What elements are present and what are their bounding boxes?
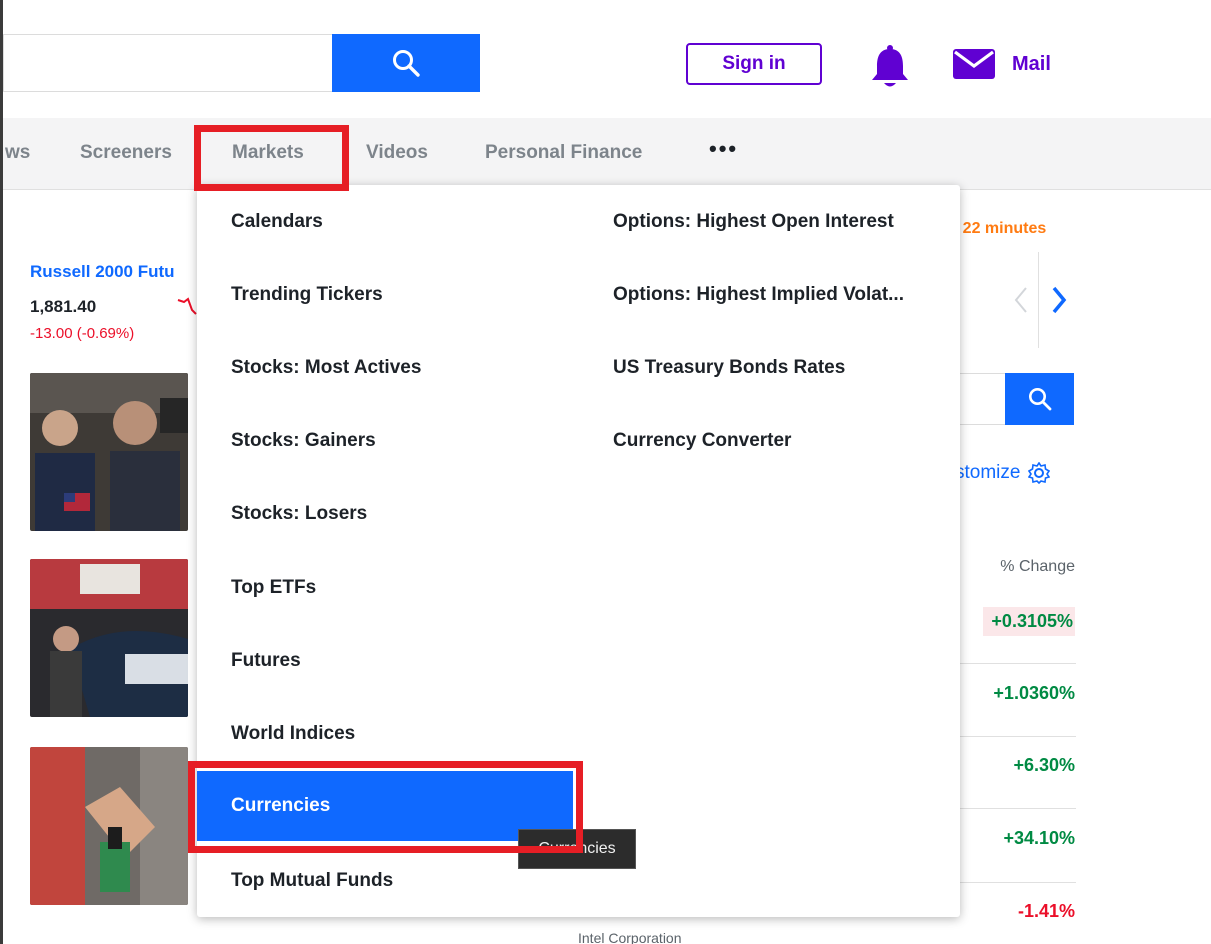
chevron-left-icon — [1014, 287, 1027, 313]
percent-change-value: +1.0360% — [993, 683, 1075, 703]
menu-item-options-highest-implied-volatility[interactable]: Options: Highest Implied Volat... — [579, 272, 959, 318]
menu-item-trending-tickers[interactable]: Trending Tickers — [197, 272, 577, 318]
row-divider — [944, 736, 1076, 737]
menu-item-top-etfs[interactable]: Top ETFs — [197, 565, 577, 611]
row-divider — [944, 882, 1076, 883]
news-thumbnail[interactable] — [30, 559, 188, 717]
main-nav: ws Screeners Markets Videos Personal Fin… — [3, 118, 1211, 190]
menu-item-futures[interactable]: Futures — [197, 638, 577, 684]
menu-item-stocks-most-actives[interactable]: Stocks: Most Actives — [197, 345, 577, 391]
markets-dropdown-menu: Calendars Trending Tickers Stocks: Most … — [197, 185, 960, 917]
search-icon — [1028, 388, 1051, 411]
bell-icon — [872, 45, 908, 87]
customize-link[interactable]: stomize — [955, 462, 1051, 484]
row-divider — [944, 808, 1076, 809]
menu-item-currencies[interactable]: Currencies — [197, 771, 573, 841]
gear-icon — [1028, 462, 1051, 484]
nav-item-screeners[interactable]: Screeners — [80, 142, 172, 164]
ticker-price: 1,881.40 — [30, 297, 97, 316]
currencies-tooltip: Currencies — [518, 829, 636, 869]
ticker-name[interactable]: Russell 2000 Futu — [30, 262, 175, 282]
news-thumbnail[interactable] — [30, 747, 188, 905]
percent-change-value: +6.30% — [1013, 755, 1075, 775]
carousel-next-button[interactable] — [1046, 282, 1072, 318]
chevron-right-icon — [1052, 286, 1067, 314]
mail-icon — [953, 49, 995, 79]
search-icon — [393, 50, 420, 77]
menu-item-us-treasury-bonds-rates[interactable]: US Treasury Bonds Rates — [579, 345, 959, 391]
ticker-change: -13.00 (-0.69%) — [30, 325, 135, 342]
menu-item-world-indices[interactable]: World Indices — [197, 711, 577, 757]
nav-item-personal-finance[interactable]: Personal Finance — [485, 142, 642, 164]
search-button[interactable] — [332, 34, 480, 92]
mail-label: Mail — [1012, 52, 1051, 75]
mail-link[interactable]: Mail — [952, 48, 1051, 80]
menu-item-options-highest-open-interest[interactable]: Options: Highest Open Interest — [579, 199, 959, 245]
percent-change-value: +34.10% — [1003, 828, 1075, 848]
menu-item-calendars[interactable]: Calendars — [197, 199, 577, 245]
sign-in-button[interactable]: Sign in — [686, 43, 822, 85]
nav-item-news[interactable]: ws — [5, 142, 30, 164]
nav-more-button[interactable]: ••• — [709, 136, 738, 162]
ticker-sparkline — [177, 297, 197, 315]
carousel-prev-button[interactable] — [1008, 282, 1034, 318]
notifications-button[interactable] — [869, 44, 911, 90]
menu-item-currency-converter[interactable]: Currency Converter — [579, 418, 959, 464]
search-input[interactable] — [3, 34, 333, 92]
menu-item-stocks-losers[interactable]: Stocks: Losers — [197, 491, 577, 537]
news-thumbnail[interactable] — [30, 373, 188, 531]
customize-label: stomize — [955, 462, 1021, 483]
carousel-divider — [1038, 252, 1039, 348]
nav-item-markets[interactable]: Markets — [232, 142, 304, 164]
nav-item-videos[interactable]: Videos — [366, 142, 428, 164]
percent-change-value: -1.41% — [1017, 901, 1075, 921]
percent-change-header: % Change — [1000, 558, 1075, 575]
quote-search-button[interactable] — [1005, 373, 1074, 425]
percent-change-value: +0.3105% — [983, 607, 1075, 636]
company-name: Intel Corporation — [578, 930, 682, 944]
menu-item-stocks-gainers[interactable]: Stocks: Gainers — [197, 418, 577, 464]
row-divider — [944, 663, 1076, 664]
